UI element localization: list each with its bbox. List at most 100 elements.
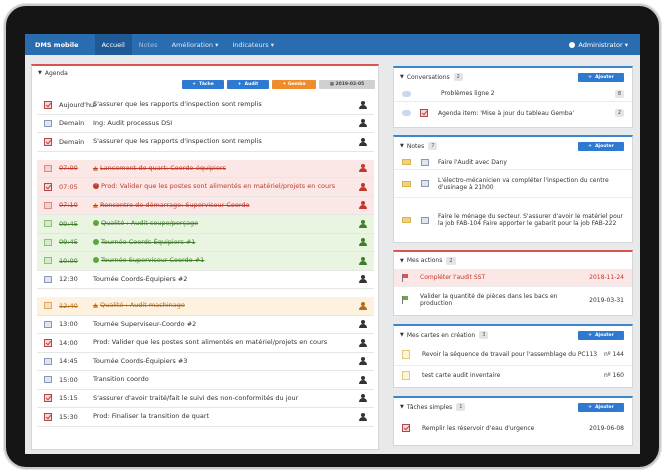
assignee[interactable] <box>352 137 374 146</box>
assignee[interactable] <box>352 219 374 228</box>
note-item[interactable]: L'électro-mécanicien va compléter l'insp… <box>394 170 632 198</box>
assignee[interactable] <box>352 119 374 128</box>
assignee[interactable] <box>352 301 374 310</box>
agenda-text: S'assurer d'avoir traité/fait le suivi d… <box>93 393 299 402</box>
add-task-simple-button[interactable]: + Ajouter <box>578 402 624 412</box>
gemba-button[interactable]: ✦ Gemba <box>272 80 316 89</box>
card-item[interactable]: test carte audit inventaire nº 160 <box>394 366 632 384</box>
agenda-row[interactable]: 07:00 ▲ Lancement de quart: Coordo-équipie… <box>37 159 374 178</box>
checkbox-icon[interactable] <box>44 394 52 403</box>
conversations-header: ▼ Conversations 2 + Ajouter <box>394 68 632 86</box>
user-menu[interactable]: Administrator ▾ <box>569 41 628 49</box>
agenda-text: Transition coordo <box>93 375 149 384</box>
add-task-button[interactable]: + Tâche <box>182 80 224 89</box>
assignee[interactable] <box>352 201 374 210</box>
assignee[interactable] <box>352 238 374 247</box>
agenda-text: Tournée Superviseur-Coordo #2 <box>93 319 197 328</box>
card-icon <box>402 350 410 359</box>
checkbox-icon[interactable] <box>44 137 52 146</box>
tasks-count: 1 <box>456 403 466 411</box>
chat-bubble-icon <box>402 110 411 116</box>
note-item[interactable]: Faire le ménage du secteur. S'assurer d'… <box>394 198 632 242</box>
calendar-icon <box>421 180 429 187</box>
nav-accueil[interactable]: Accueil <box>94 34 132 55</box>
agenda-row[interactable]: 15:00 Transition coordo <box>37 371 374 390</box>
person-icon <box>359 219 367 228</box>
card-number: nº 144 <box>604 351 624 358</box>
agenda-row[interactable]: 09:45 Tournée Coords-Équipiers #1 <box>37 233 374 252</box>
collapse-chevron-icon[interactable]: ▼ <box>38 70 42 76</box>
note-item[interactable]: Faire l'Audit avec Dany <box>394 155 632 170</box>
assignee[interactable] <box>352 357 374 366</box>
add-note-button[interactable]: + Ajouter <box>578 141 624 151</box>
assignee[interactable] <box>352 256 374 265</box>
add-conversation-button[interactable]: + Ajouter <box>578 72 624 82</box>
agenda-text: Tournée Coords-Équipiers #2 <box>93 274 188 283</box>
checkbox-icon[interactable] <box>44 100 52 109</box>
agenda-row[interactable]: 12:40 ▲ Qualité : Audit machinage <box>37 297 374 316</box>
calendar-icon <box>44 164 52 172</box>
checkbox-icon[interactable] <box>44 338 52 347</box>
agenda-text: S'assurer que les rapports d'inspection … <box>93 137 262 146</box>
agenda-row[interactable]: Aujourd'hui S'assurer que les rapports d'… <box>37 96 374 115</box>
action-due-date: 2018-11-24 <box>589 274 624 281</box>
assignee[interactable] <box>352 412 374 421</box>
agenda-row[interactable]: 15:15 S'assurer d'avoir traité/fait le su… <box>37 389 374 408</box>
assignee[interactable] <box>352 164 374 173</box>
assignee[interactable] <box>352 320 374 329</box>
agenda-row[interactable]: 07:10 ▲ Rencontre de démarrage: Superviseu… <box>37 196 374 215</box>
conversation-item[interactable]: Agenda item: 'Mise à jour du tableau Gem… <box>394 102 632 124</box>
assignee[interactable] <box>352 182 374 191</box>
notes-title: Notes <box>406 142 425 150</box>
agenda-row[interactable]: 07:05 ! Prod: Valider que les postes sont … <box>37 178 374 197</box>
conversation-item[interactable]: Problèmes ligne 2 8 <box>394 86 632 102</box>
message-count: 8 <box>614 89 624 98</box>
nav-amelioration[interactable]: Amélioration ▾ <box>165 34 226 55</box>
assignee[interactable] <box>352 275 374 284</box>
collapse-chevron-icon[interactable]: ▼ <box>400 404 404 410</box>
task-item[interactable]: Remplir les réservoir d'eau d'urgence 20… <box>394 416 632 440</box>
agenda-row[interactable]: Demain S'assurer que les rapports d'inspe… <box>37 133 374 152</box>
row-type-icon <box>37 238 59 246</box>
agenda-text: Qualité : Audit coupe/perçage <box>93 220 352 227</box>
agenda-title: Agenda <box>44 69 68 77</box>
top-navbar: DMS mobile Accueil Notes Amélioration ▾ … <box>25 34 640 55</box>
action-item[interactable]: Compléter l'audit SST 2018-11-24 <box>394 269 632 287</box>
assignee[interactable] <box>352 375 374 384</box>
agenda-row[interactable]: 09:45 Qualité : Audit coupe/perçage <box>37 215 374 234</box>
card-item[interactable]: Revoir la séquence de travail pour l'ass… <box>394 344 632 366</box>
agenda-panel: ▼ Agenda + Tâche + Audit ✦ Gemba ▦ 2019-… <box>31 64 379 450</box>
cards-header: ▼ Mes cartes en création 3 + Ajouter <box>394 326 632 344</box>
agenda-row[interactable]: 15:30 Prod: Finaliser la transition de qu… <box>37 408 374 427</box>
checkbox-icon[interactable] <box>44 182 52 191</box>
assignee[interactable] <box>352 394 374 403</box>
collapse-chevron-icon[interactable]: ▼ <box>400 332 404 338</box>
collapse-chevron-icon[interactable]: ▼ <box>400 258 404 264</box>
action-item[interactable]: Valider la quantité de pièces dans les b… <box>394 287 632 313</box>
add-audit-button[interactable]: + Audit <box>227 80 269 89</box>
collapse-chevron-icon[interactable]: ▼ <box>400 143 404 149</box>
checkbox-icon[interactable] <box>44 412 52 421</box>
cards-title: Mes cartes en création <box>406 331 476 339</box>
assignee[interactable] <box>352 338 374 347</box>
agenda-row[interactable]: 10:00 Tournée Superviseur-Coordo #1 <box>37 252 374 271</box>
warning-icon: ▲ <box>93 163 98 172</box>
calendar-icon <box>44 275 52 283</box>
brand-logo[interactable]: DMS mobile <box>35 41 79 49</box>
collapse-chevron-icon[interactable]: ▼ <box>400 74 404 80</box>
agenda-row[interactable]: 12:30 Tournée Coords-Équipiers #2 <box>37 270 374 289</box>
chat-bubble-icon <box>402 90 411 97</box>
assignee[interactable] <box>352 100 374 109</box>
agenda-row[interactable]: 14:45 Tournée Coords-Équipiers #3 <box>37 352 374 371</box>
calendar-icon <box>44 257 52 265</box>
date-picker-button[interactable]: ▦ 2019-02-05 <box>319 80 375 89</box>
agenda-time: 12:30 <box>59 275 78 284</box>
add-card-button[interactable]: + Ajouter <box>578 330 624 340</box>
nav-indicateurs[interactable]: Indicateurs ▾ <box>225 34 281 55</box>
message-count: 2 <box>614 109 624 117</box>
agenda-row[interactable]: 13:00 Tournée Superviseur-Coordo #2 <box>37 315 374 334</box>
agenda-row[interactable]: 14:00 Prod: Valider que les postes sont a… <box>37 334 374 353</box>
calendar-icon <box>44 119 52 127</box>
nav-notes[interactable]: Notes <box>132 34 165 55</box>
agenda-row[interactable]: Demain Ing: Audit processus DSI <box>37 114 374 133</box>
